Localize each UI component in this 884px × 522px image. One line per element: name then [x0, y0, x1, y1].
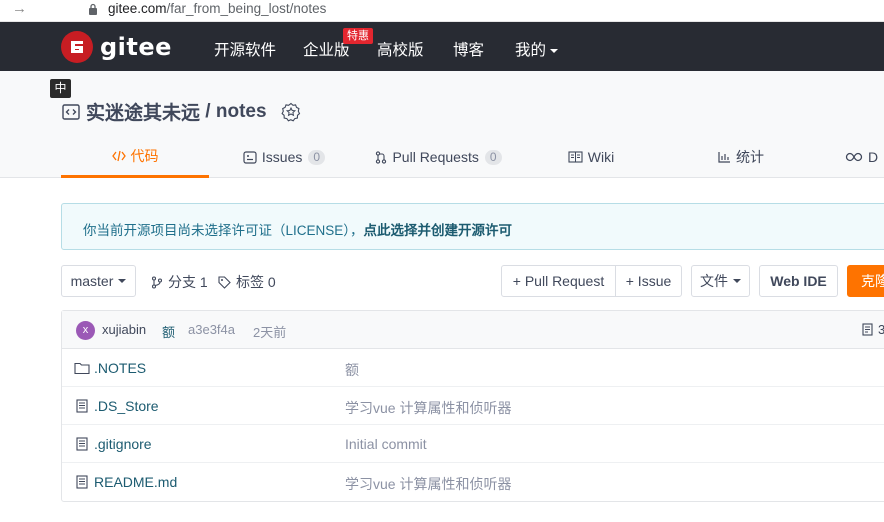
commit-time: 2天前 [253, 325, 287, 340]
file-list: x xujiabin 额 a3e3f4a 2天前 3 .NOTES 额 .DS_… [61, 310, 884, 502]
file-commit-message[interactable]: 学习vue 计算属性和侦听器 [345, 398, 511, 418]
top-navigation-bar: gitee 开源软件 企业版 特惠 高校版 博客 我的 [0, 22, 884, 71]
forward-arrow-icon[interactable]: → [12, 0, 27, 17]
branch-select[interactable]: master [61, 265, 136, 297]
gitee-g-icon [71, 41, 83, 53]
pull-request-icon [376, 150, 387, 164]
clone-button[interactable]: 克隆 [847, 265, 884, 297]
chevron-down-icon [118, 279, 127, 283]
file-name-link[interactable]: .DS_Store [94, 398, 159, 414]
gitee-logo-icon [61, 31, 93, 63]
nav-item-education[interactable]: 高校版 [377, 38, 424, 60]
tab-stats[interactable]: 统计 [709, 136, 773, 178]
wiki-icon [568, 151, 583, 163]
recommend-badge-icon[interactable] [280, 102, 301, 122]
tag-icon [218, 275, 231, 289]
pull-requests-count-badge: 0 [484, 149, 502, 165]
commit-sha[interactable]: a3e3f4a [188, 322, 235, 337]
file-icon [76, 437, 88, 451]
chevron-down-icon [733, 279, 741, 283]
code-repo-icon [62, 103, 80, 120]
create-license-link[interactable]: 点此选择并创建开源许可 [364, 223, 513, 238]
chevron-down-icon [550, 48, 559, 53]
list-item[interactable]: README.md 学习vue 计算属性和侦听器 [62, 463, 884, 501]
license-notice-text: 你当前开源项目尚未选择许可证（LICENSE）， [83, 223, 364, 238]
repo-owner-link[interactable]: 实迷途其未远 [86, 98, 200, 125]
repo-path-separator: / [200, 100, 216, 122]
file-commit-message[interactable]: 额 [345, 360, 359, 380]
file-menu-button[interactable]: 文件 [691, 265, 750, 297]
folder-icon [74, 362, 90, 375]
file-commit-message[interactable]: Initial commit [345, 436, 427, 452]
new-pull-request-button[interactable]: + Pull Request [501, 265, 616, 297]
hot-deal-badge: 特惠 [343, 28, 373, 44]
branch-icon [151, 275, 163, 289]
file-icon [76, 475, 88, 489]
browser-address-bar[interactable]: → gitee.com/far_from_being_lost/notes [0, 0, 884, 22]
devops-icon [845, 152, 863, 162]
nav-item-mine[interactable]: 我的 [515, 38, 559, 60]
tab-wiki[interactable]: Wiki [561, 136, 621, 178]
new-issue-button[interactable]: + Issue [615, 265, 682, 297]
commit-message[interactable]: 额 [162, 322, 175, 341]
repo-tabs: 代码 Issues 0 Pull Requests 0 Wiki 统计 D [61, 136, 884, 178]
tab-issues[interactable]: Issues 0 [237, 136, 331, 178]
license-notice: 你当前开源项目尚未选择许可证（LICENSE），点此选择并创建开源许可 [61, 203, 884, 250]
file-name-link[interactable]: .NOTES [94, 360, 146, 376]
list-item[interactable]: .DS_Store 学习vue 计算属性和侦听器 [62, 387, 884, 425]
web-ide-button[interactable]: Web IDE [759, 265, 838, 297]
latest-commit-row: x xujiabin 额 a3e3f4a 2天前 3 [62, 311, 884, 349]
tab-pull-requests[interactable]: Pull Requests 0 [371, 136, 506, 178]
issues-count-badge: 0 [308, 149, 326, 165]
tab-devops[interactable]: D [845, 136, 884, 178]
list-item[interactable]: .gitignore Initial commit [62, 425, 884, 463]
list-item[interactable]: .NOTES 额 [62, 349, 884, 387]
repo-name-link[interactable]: notes [216, 101, 267, 123]
stats-icon [718, 152, 730, 163]
file-icon [76, 399, 88, 413]
file-name-link[interactable]: README.md [94, 474, 177, 490]
nav-item-blog[interactable]: 博客 [453, 38, 484, 60]
file-commit-message[interactable]: 学习vue 计算属性和侦听器 [345, 474, 511, 494]
language-tooltip[interactable]: 中 [50, 79, 71, 98]
file-name-link[interactable]: .gitignore [94, 436, 152, 452]
nav-item-open-source[interactable]: 开源软件 [214, 38, 276, 60]
gitee-logo[interactable]: gitee [61, 31, 172, 63]
branches-link[interactable]: 分支 1 [151, 272, 208, 292]
tab-code[interactable]: 代码 [61, 136, 209, 178]
avatar[interactable]: x [76, 321, 95, 340]
code-icon [111, 150, 126, 161]
logo-text: gitee [100, 33, 172, 61]
commits-icon [862, 323, 873, 336]
repo-title: 实迷途其未远 / notes [62, 98, 301, 125]
issues-icon [243, 150, 257, 164]
lock-icon [89, 3, 97, 15]
url-text[interactable]: gitee.com/far_from_being_lost/notes [108, 1, 326, 16]
commit-author[interactable]: xujiabin [102, 322, 146, 337]
commit-count-link[interactable]: 3 [862, 322, 884, 337]
tags-link[interactable]: 标签 0 [218, 272, 276, 292]
